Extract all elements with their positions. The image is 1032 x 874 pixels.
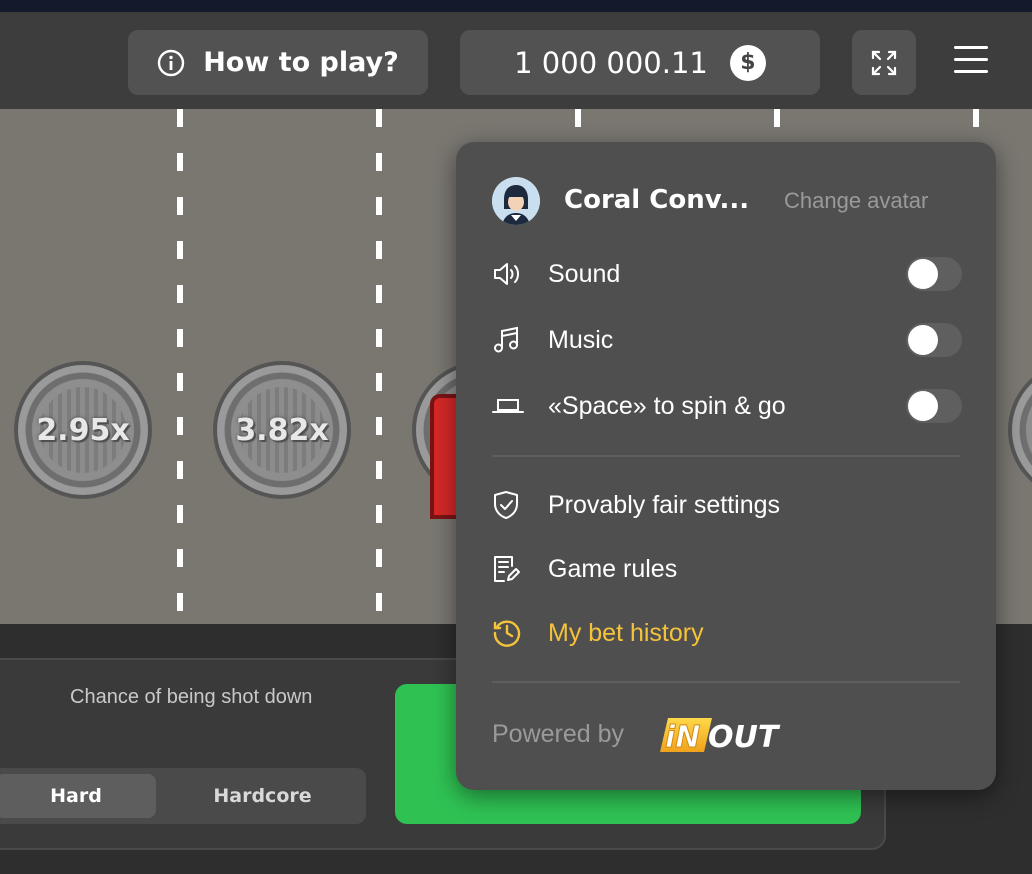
inout-logo: iN OUT [660, 712, 786, 762]
powered-by-label: Powered by [492, 720, 625, 748]
menu-item-label: Game rules [548, 554, 678, 583]
fullscreen-icon [871, 50, 897, 75]
info-icon [158, 49, 185, 76]
setting-row-space: «Space» to spin & go [492, 381, 962, 431]
menu-item-label: Provably fair settings [548, 490, 781, 519]
multiplier-label: 2.95x [36, 412, 130, 448]
svg-text:iN: iN [665, 720, 700, 755]
lane-divider [177, 109, 183, 624]
setting-label: Music [548, 325, 614, 354]
header-bar: How to play? 1 000 000.11 $ [0, 12, 1032, 109]
how-to-play-label: How to play? [203, 47, 399, 78]
shield-check-icon [492, 487, 528, 523]
music-toggle[interactable] [906, 323, 962, 357]
music-note-icon [492, 322, 528, 358]
rules-document-icon [492, 551, 528, 587]
fullscreen-button[interactable] [852, 30, 916, 95]
balance-amount: 1 000 000.11 [514, 45, 708, 80]
spacebar-icon [492, 388, 528, 424]
hamburger-menu-icon[interactable] [954, 46, 990, 76]
balance-display: 1 000 000.11 $ [460, 30, 820, 95]
menu-item-game-rules[interactable]: Game rules [492, 544, 962, 594]
top-strip [0, 0, 1032, 12]
space-spin-toggle[interactable] [906, 389, 962, 423]
clock-history-icon [492, 615, 528, 651]
svg-text:OUT: OUT [708, 720, 781, 755]
multiplier-label: 3.82x [235, 412, 329, 448]
menu-item-provably-fair[interactable]: Provably fair settings [492, 480, 962, 530]
change-avatar-link[interactable]: Change avatar [784, 188, 928, 214]
setting-label: Sound [548, 259, 621, 288]
chance-label: Chance of being shot down [70, 686, 313, 708]
setting-row-music: Music [492, 315, 962, 365]
username: Coral Conv... [564, 185, 750, 215]
dollar-coin-icon: $ [729, 44, 766, 81]
user-avatar [492, 177, 540, 225]
manhole-multiplier[interactable]: 2.95x [14, 361, 152, 499]
sound-toggle[interactable] [906, 257, 962, 291]
setting-row-sound: Sound [492, 249, 962, 299]
menu-divider [492, 455, 960, 457]
how-to-play-button[interactable]: How to play? [128, 30, 428, 95]
setting-label: «Space» to spin & go [548, 391, 786, 420]
difficulty-hardcore-button[interactable]: Hardcore [160, 774, 365, 818]
manhole-multiplier[interactable] [1008, 361, 1032, 499]
lane-divider [376, 109, 382, 624]
menu-item-bet-history[interactable]: My bet history [492, 608, 962, 658]
difficulty-hard-button[interactable]: Hard [0, 774, 156, 818]
menu-item-label: My bet history [548, 618, 704, 647]
avatar-face-icon [492, 177, 540, 225]
menu-divider [492, 681, 960, 683]
settings-menu: Coral Conv... Change avatar Sound Music [456, 142, 996, 790]
manhole-multiplier[interactable]: 3.82x [213, 361, 351, 499]
speaker-icon [492, 256, 528, 292]
